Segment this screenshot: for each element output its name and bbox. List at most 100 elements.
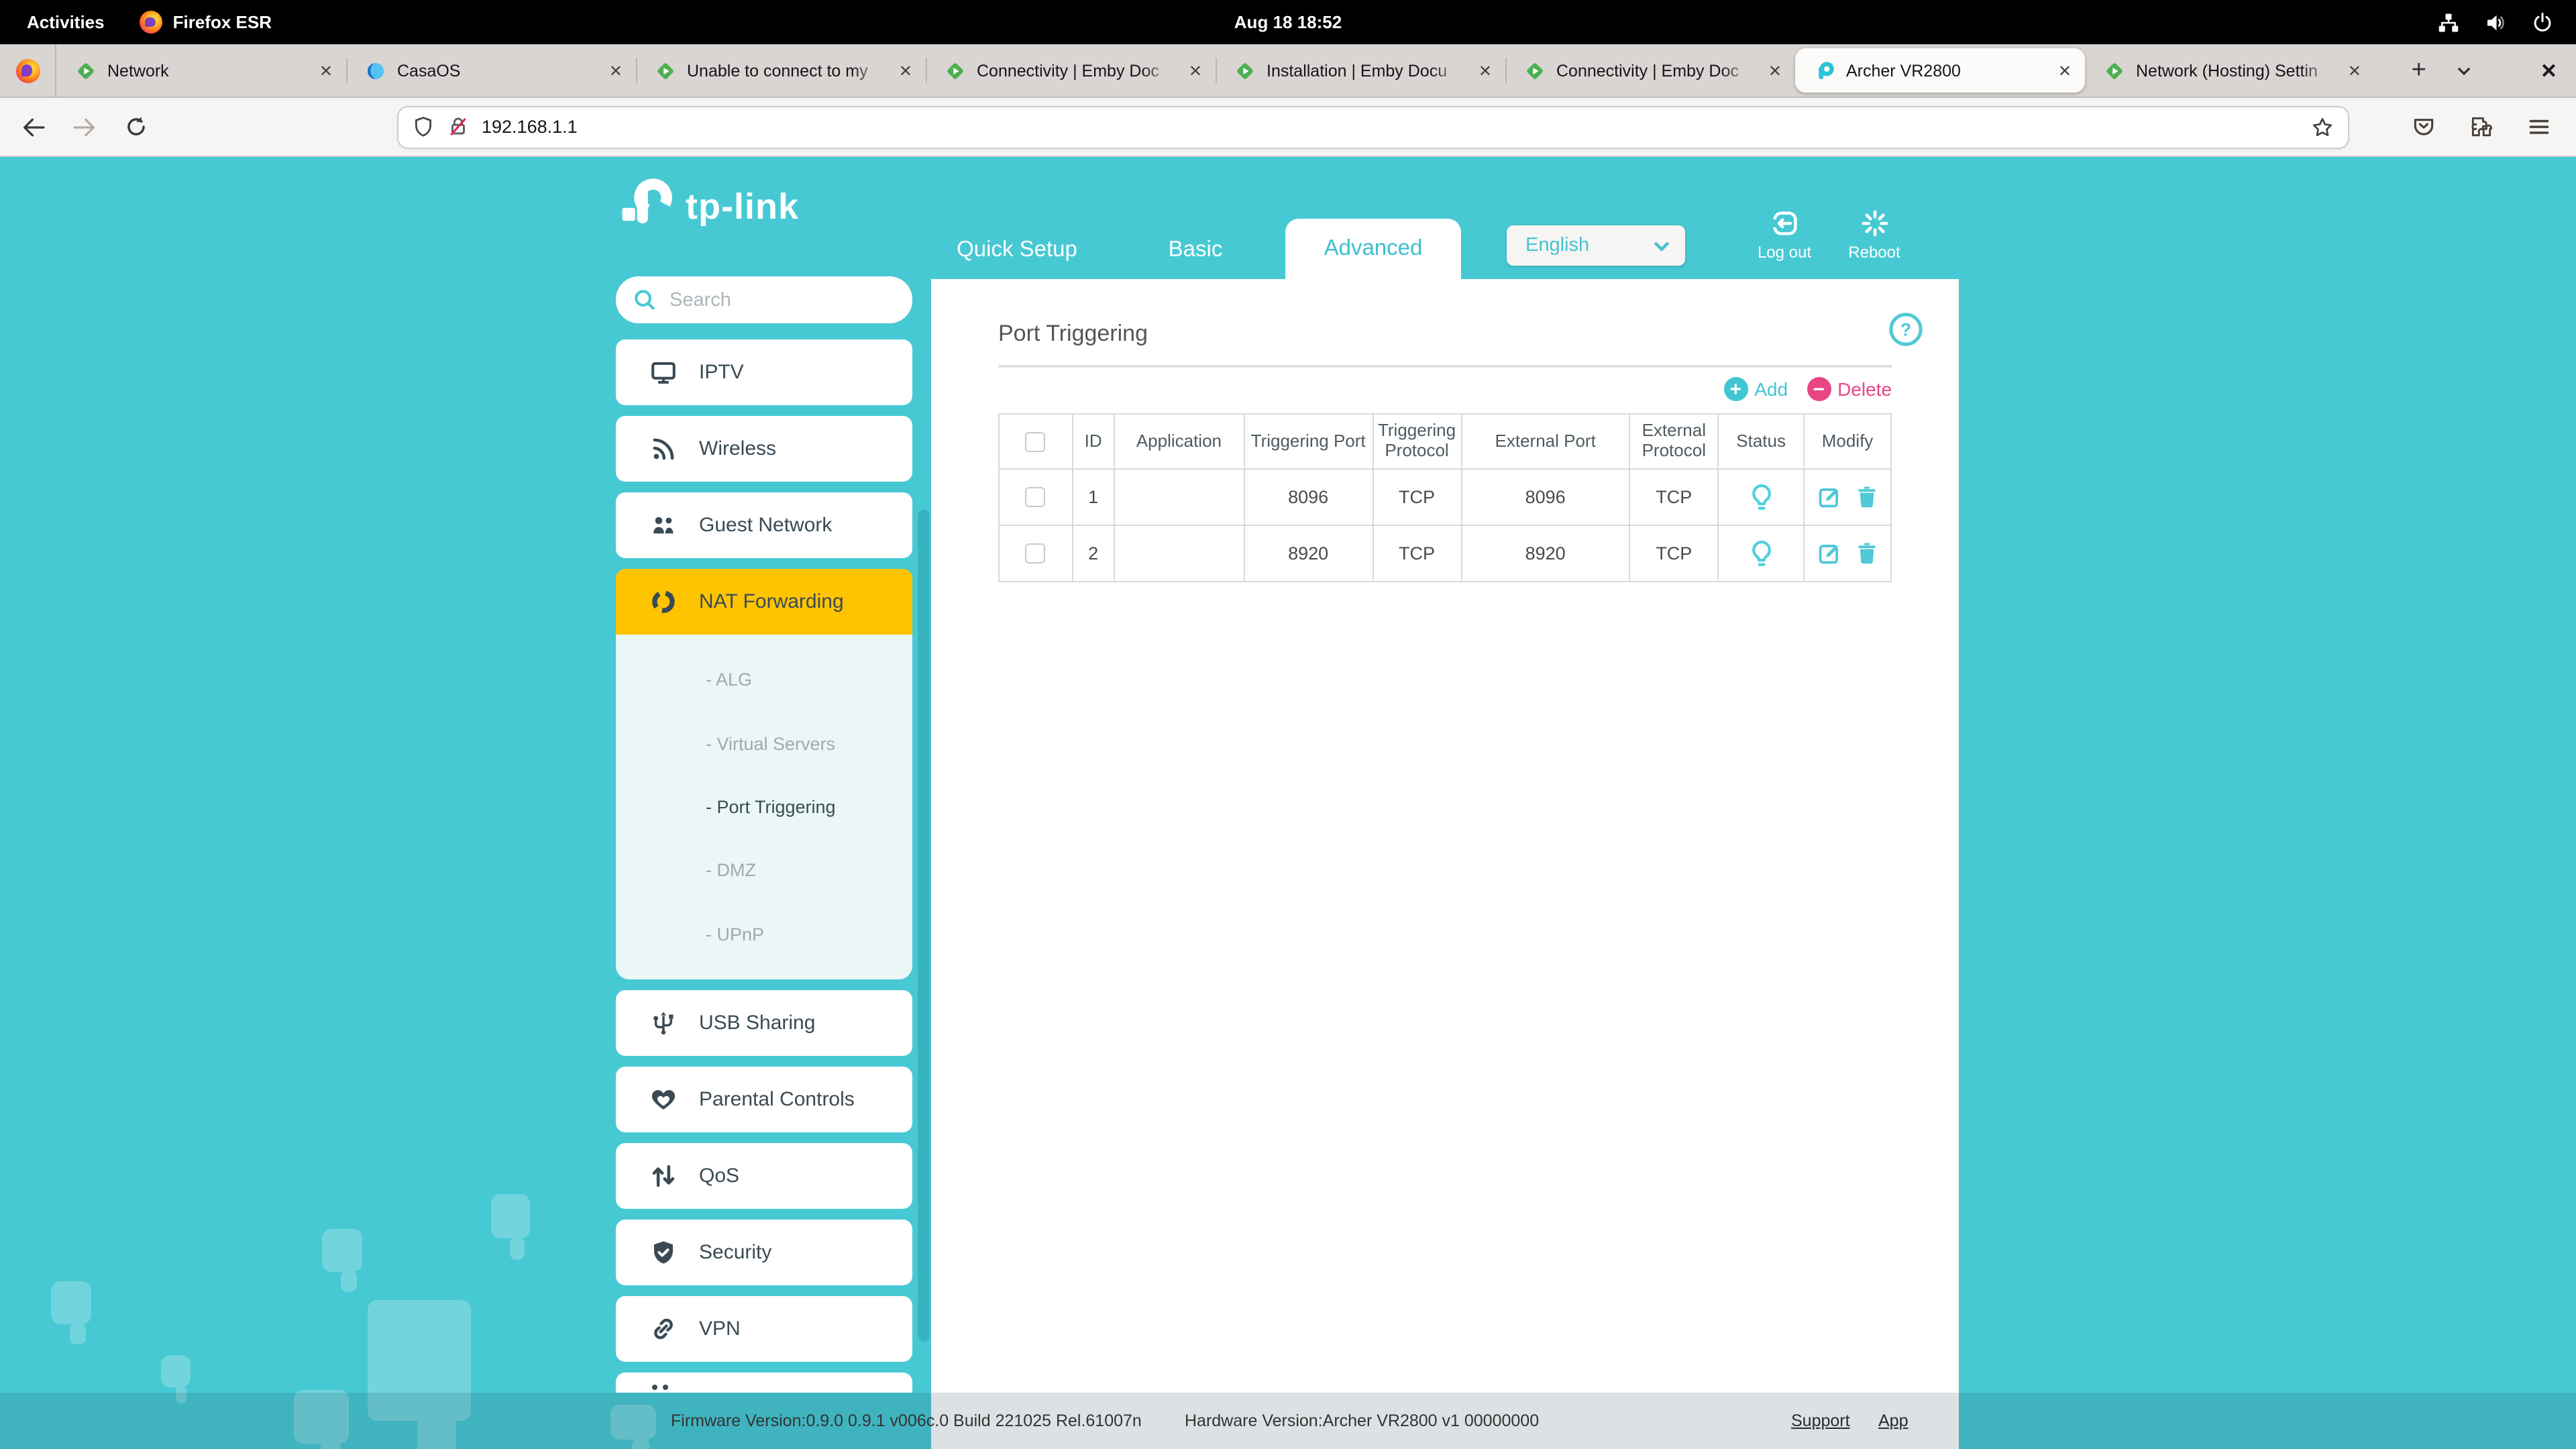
submenu-port-triggering-active[interactable]: - Port Triggering: [706, 797, 912, 817]
submenu-virtual-servers[interactable]: - Virtual Servers: [706, 733, 912, 753]
tab-close-icon[interactable]: ✕: [1768, 61, 1782, 80]
network-icon[interactable]: [2436, 10, 2461, 34]
shield-check-icon: [649, 1238, 678, 1267]
nav-basic[interactable]: Basic: [1147, 220, 1244, 279]
logout-button[interactable]: Log out: [1737, 208, 1831, 262]
list-tabs-chevron-icon[interactable]: [2456, 62, 2473, 79]
emby-icon: [945, 60, 966, 81]
window-close-icon[interactable]: ✕: [2540, 58, 2557, 83]
insecure-lock-icon[interactable]: [447, 115, 470, 138]
page-footer: Firmware Version:0.9.0 0.9.1 v006c.0 Bui…: [0, 1393, 2576, 1449]
sidebar-item-iptv[interactable]: IPTV: [616, 339, 912, 405]
sidebar-item-nat-forwarding[interactable]: NAT Forwarding: [616, 569, 912, 635]
tplink-wordmark: tp-link: [686, 186, 799, 227]
activities-button[interactable]: Activities: [27, 12, 105, 32]
firefox-app-icon[interactable]: [0, 44, 56, 97]
search-input[interactable]: [669, 289, 871, 311]
screen: Activities Firefox ESR Aug 18 18:52 N: [0, 0, 2576, 1449]
nat-circular-arrows-icon: [649, 588, 678, 616]
clock[interactable]: Aug 18 18:52: [0, 12, 2576, 32]
extensions-puzzle-icon[interactable]: [2469, 114, 2494, 140]
row-checkbox[interactable]: [1026, 544, 1046, 564]
firefox-icon: [140, 11, 162, 34]
menu-hamburger-icon[interactable]: [2526, 114, 2552, 140]
emby-icon: [75, 60, 97, 81]
sidebar-search[interactable]: [616, 276, 912, 323]
tab-installation[interactable]: Installation | Emby Docu ✕: [1216, 44, 1505, 97]
tab-connectivity-1[interactable]: Connectivity | Emby Doc ✕: [926, 44, 1216, 97]
select-all-checkbox[interactable]: [1026, 431, 1046, 451]
edit-icon[interactable]: [1816, 484, 1841, 510]
volume-icon[interactable]: [2483, 10, 2508, 34]
page-title: Port Triggering: [998, 321, 1148, 347]
support-link[interactable]: Support: [1791, 1411, 1850, 1430]
sidebar-item-security[interactable]: Security: [616, 1220, 912, 1285]
sidebar-item-qos[interactable]: QoS: [616, 1143, 912, 1209]
row-checkbox[interactable]: [1026, 488, 1046, 508]
sidebar-item-wireless[interactable]: Wireless: [616, 416, 912, 482]
back-button[interactable]: [16, 109, 51, 144]
sidebar-item-partial[interactable]: [616, 1373, 912, 1393]
focused-app-menu[interactable]: Firefox ESR: [140, 11, 272, 34]
trash-icon[interactable]: [1854, 541, 1879, 566]
router-admin-page: tp-link Quick Setup Basic Advanced Engli…: [0, 157, 2576, 1449]
app-link[interactable]: App: [1878, 1411, 1909, 1430]
tab-casaos[interactable]: CasaOS ✕: [346, 44, 636, 97]
forward-button[interactable]: [67, 109, 102, 144]
tab-network[interactable]: Network ✕: [56, 44, 346, 97]
col-external-port: External Port: [1461, 414, 1629, 469]
submenu-alg[interactable]: - ALG: [706, 669, 912, 690]
submenu-dmz[interactable]: - DMZ: [706, 861, 912, 881]
tab-close-icon[interactable]: ✕: [2058, 61, 2072, 80]
col-triggering-port: Triggering Port: [1244, 414, 1373, 469]
status-bulb-icon[interactable]: [1745, 481, 1777, 513]
bookmark-star-icon[interactable]: [2310, 115, 2334, 139]
sidebar-scrollbar[interactable]: [918, 510, 930, 1342]
usb-icon: [649, 1009, 678, 1037]
help-icon[interactable]: ?: [1888, 311, 1924, 347]
tab-close-icon[interactable]: ✕: [319, 61, 333, 80]
nav-quick-setup[interactable]: Quick Setup: [939, 220, 1095, 279]
svg-text:?: ?: [1900, 320, 1912, 340]
language-select[interactable]: English: [1507, 225, 1685, 266]
logout-icon: [1769, 208, 1800, 239]
col-status: Status: [1718, 414, 1804, 469]
status-bulb-icon[interactable]: [1745, 537, 1777, 570]
sidebar-item-parental-controls[interactable]: Parental Controls: [616, 1067, 912, 1132]
nat-forwarding-submenu: - ALG - Virtual Servers - Port Triggerin…: [616, 635, 912, 979]
url-bar[interactable]: 192.168.1.1: [397, 105, 2349, 148]
emby-icon: [2104, 60, 2125, 81]
background-decoration: [322, 1229, 362, 1272]
casaos-icon: [365, 60, 386, 81]
search-icon: [632, 287, 657, 313]
tab-archer-vr2800-active[interactable]: Archer VR2800 ✕: [1795, 48, 2085, 93]
nav-advanced-active[interactable]: Advanced: [1285, 219, 1461, 279]
tab-close-icon[interactable]: ✕: [1479, 61, 1492, 80]
reboot-button[interactable]: Reboot: [1827, 208, 1921, 262]
reload-button[interactable]: [118, 109, 153, 144]
tab-close-icon[interactable]: ✕: [1189, 61, 1202, 80]
delete-button[interactable]: − Delete: [1807, 377, 1892, 401]
users-icon: [649, 511, 678, 539]
url-text[interactable]: 192.168.1.1: [482, 117, 2298, 137]
tab-unable-to-connect[interactable]: Unable to connect to my ✕: [636, 44, 926, 97]
col-modify: Modify: [1804, 414, 1891, 469]
power-icon[interactable]: [2530, 10, 2555, 34]
shield-icon[interactable]: [412, 115, 435, 138]
background-decoration: [51, 1281, 91, 1324]
submenu-upnp[interactable]: - UPnP: [706, 924, 912, 945]
trash-icon[interactable]: [1854, 484, 1879, 510]
pocket-icon[interactable]: [2411, 114, 2436, 140]
tab-network-hosting[interactable]: Network (Hosting) Settin ✕: [2085, 44, 2375, 97]
add-button[interactable]: + Add: [1723, 377, 1788, 401]
sidebar-item-vpn[interactable]: VPN: [616, 1296, 912, 1362]
chevron-down-icon: [1652, 235, 1672, 256]
tab-close-icon[interactable]: ✕: [609, 61, 623, 80]
edit-icon[interactable]: [1816, 541, 1841, 566]
sidebar-item-guest-network[interactable]: Guest Network: [616, 492, 912, 558]
sidebar-item-usb-sharing[interactable]: USB Sharing: [616, 990, 912, 1056]
tab-close-icon[interactable]: ✕: [2348, 61, 2361, 80]
new-tab-button[interactable]: +: [2412, 58, 2426, 83]
tab-connectivity-2[interactable]: Connectivity | Emby Doc ✕: [1505, 44, 1795, 97]
tab-close-icon[interactable]: ✕: [899, 61, 912, 80]
